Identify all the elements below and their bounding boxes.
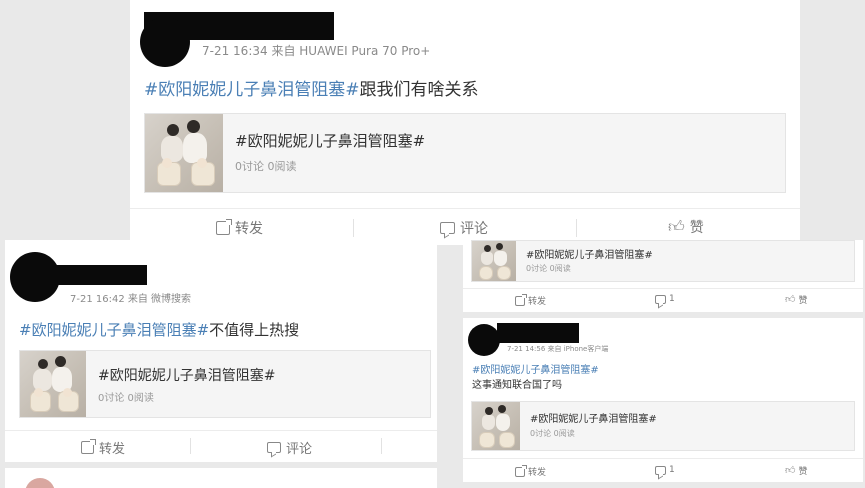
topic-card[interactable]: #欧阳妮妮儿子鼻泪管阻塞# 0讨论 0阅读 [19,350,431,418]
comment-label: 评论 [286,442,313,457]
like-label: 赞 [798,467,808,477]
like-button[interactable]: 👍︎ 赞 [785,464,807,477]
post-card-1: 7-21 16:34 来自 HUAWEI Pura 70 Pro+ #欧阳妮妮儿… [130,0,800,245]
post-meta: 7-21 16:34 来自 HUAWEI Pura 70 Pro+ [202,44,431,58]
hashtag-link[interactable]: #欧阳妮妮儿子鼻泪管阻塞# [19,321,209,339]
avatar[interactable] [468,324,500,356]
topic-title: #欧阳妮妮儿子鼻泪管阻塞# [526,250,653,261]
post-card-3: #欧阳妮妮儿子鼻泪管阻塞# 0讨论 0阅读 转发 1 👍︎ 赞 [463,240,863,312]
topic-thumbnail [20,351,86,417]
topic-thumbnail [472,402,520,450]
comment-icon [267,442,281,453]
topic-card[interactable]: #欧阳妮妮儿子鼻泪管阻塞# 0讨论 0阅读 [144,113,786,193]
share-label: 转发 [99,442,126,457]
next-post-card-edge [5,468,437,488]
post-text: #欧阳妮妮儿子鼻泪管阻塞# 这事通知联合国了吗 [472,363,599,393]
action-bar: 转发 1 👍︎ 赞 [463,288,863,312]
share-button[interactable]: 转发 [515,293,547,307]
comment-button[interactable]: 评论 [440,218,488,238]
share-label: 转发 [528,468,547,478]
share-icon [515,464,527,477]
topic-thumbnail [472,241,516,281]
like-button[interactable]: 👍︎ 赞 [668,217,704,237]
comment-button[interactable]: 1 [655,294,675,304]
hashtag-link[interactable]: #欧阳妮妮儿子鼻泪管阻塞# [144,80,360,100]
share-icon [81,439,96,454]
topic-stats: 0讨论 0阅读 [530,429,575,438]
post-body: 这事通知联合国了吗 [472,380,562,391]
post-body: 不值得上热搜 [209,321,300,339]
post-body: 跟我们有啥关系 [359,80,479,100]
like-button[interactable]: 👍︎ 赞 [785,293,807,306]
thumbs-up-icon: 👍︎ [668,217,685,236]
post-meta: 7-21 16:42 来自 微博搜索 [70,294,192,305]
post-card-4: 7-21 14:56 来自 iPhone客户端 #欧阳妮妮儿子鼻泪管阻塞# 这事… [463,318,863,482]
share-button[interactable]: 转发 [81,438,125,457]
topic-title: #欧阳妮妮儿子鼻泪管阻塞# [98,368,276,384]
topic-card[interactable]: #欧阳妮妮儿子鼻泪管阻塞# 0讨论 0阅读 [471,401,855,451]
comment-icon [440,222,455,234]
comment-label: 评论 [460,221,488,237]
share-label: 转发 [528,297,547,307]
topic-thumbnail [145,114,223,192]
like-label: 赞 [798,296,808,306]
topic-stats: 0讨论 0阅读 [98,393,154,404]
post-text: #欧阳妮妮儿子鼻泪管阻塞#跟我们有啥关系 [144,75,479,100]
avatar[interactable] [140,17,190,67]
share-icon [216,219,232,235]
topic-card[interactable]: #欧阳妮妮儿子鼻泪管阻塞# 0讨论 0阅读 [471,240,855,282]
like-label: 赞 [689,220,704,236]
comment-button[interactable]: 评论 [267,438,312,457]
action-bar: 转发 1 👍︎ 赞 [463,458,863,482]
comment-button[interactable]: 1 [655,465,675,475]
topic-title: #欧阳妮妮儿子鼻泪管阻塞# [530,414,657,425]
topic-stats: 0讨论 0阅读 [235,160,297,173]
thumbs-up-icon: 👍︎ [785,464,796,476]
comment-icon [655,294,666,304]
action-bar: 转发 评论 [5,430,437,462]
avatar[interactable] [10,252,60,302]
post-meta: 7-21 14:56 来自 iPhone客户端 [507,345,609,353]
share-icon [515,293,527,306]
share-label: 转发 [235,221,263,237]
comment-count: 1 [669,465,675,475]
share-button[interactable]: 转发 [515,464,547,478]
post-card-2: 7-21 16:42 来自 微博搜索 #欧阳妮妮儿子鼻泪管阻塞#不值得上热搜 #… [5,240,437,462]
username-redaction [497,323,579,343]
topic-title: #欧阳妮妮儿子鼻泪管阻塞# [235,132,426,150]
hashtag-link[interactable]: #欧阳妮妮儿子鼻泪管阻塞# [472,363,599,378]
comment-count: 1 [669,294,675,304]
avatar [25,478,55,488]
comment-icon [655,465,666,475]
topic-stats: 0讨论 0阅读 [526,264,571,273]
post-text: #欧阳妮妮儿子鼻泪管阻塞#不值得上热搜 [19,319,299,340]
thumbs-up-icon: 👍︎ [785,293,796,305]
share-button[interactable]: 转发 [216,218,263,238]
